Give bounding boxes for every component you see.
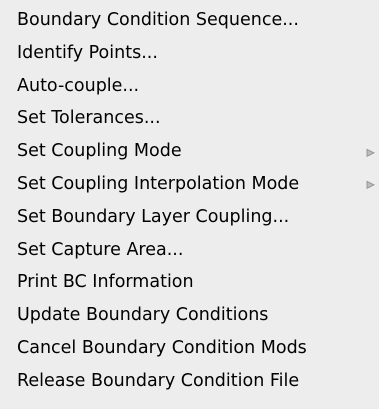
menu-item-label: Identify Points... — [17, 42, 158, 63]
menu-item-label: Set Capture Area... — [17, 239, 184, 260]
chevron-right-icon — [366, 148, 375, 157]
menu-item-label: Release Boundary Condition File — [17, 370, 300, 391]
menu-item-release-boundary-condition-file[interactable]: Release Boundary Condition File — [0, 365, 379, 398]
menu-item-label: Set Coupling Mode — [17, 141, 182, 162]
menu-item-label: Set Coupling Interpolation Mode — [17, 173, 300, 194]
menu-item-label: Set Tolerances... — [17, 108, 161, 129]
menu-item-set-boundary-layer-coupling[interactable]: Set Boundary Layer Coupling... — [0, 201, 379, 234]
chevron-right-icon — [366, 181, 375, 190]
menu-item-update-boundary-conditions[interactable]: Update Boundary Conditions — [0, 299, 379, 332]
menu-item-auto-couple[interactable]: Auto-couple... — [0, 70, 379, 103]
menu-item-set-coupling-interpolation-mode[interactable]: Set Coupling Interpolation Mode — [0, 168, 379, 201]
menu-item-label: Set Boundary Layer Coupling... — [17, 206, 290, 227]
menu-item-identify-points[interactable]: Identify Points... — [0, 37, 379, 70]
menu-item-label: Update Boundary Conditions — [17, 305, 269, 326]
menu-item-set-tolerances[interactable]: Set Tolerances... — [0, 102, 379, 135]
menu-item-print-bc-information[interactable]: Print BC Information — [0, 266, 379, 299]
menu-item-cancel-boundary-condition-mods[interactable]: Cancel Boundary Condition Mods — [0, 332, 379, 365]
context-menu: Boundary Condition Sequence... Identify … — [0, 0, 379, 409]
menu-item-label: Auto-couple... — [17, 75, 140, 96]
menu-item-set-capture-area[interactable]: Set Capture Area... — [0, 234, 379, 267]
menu-item-boundary-condition-sequence[interactable]: Boundary Condition Sequence... — [0, 4, 379, 37]
menu-item-label: Print BC Information — [17, 272, 194, 293]
menu-item-label: Cancel Boundary Condition Mods — [17, 337, 307, 358]
menu-item-set-coupling-mode[interactable]: Set Coupling Mode — [0, 135, 379, 168]
menu-item-label: Boundary Condition Sequence... — [17, 10, 299, 30]
